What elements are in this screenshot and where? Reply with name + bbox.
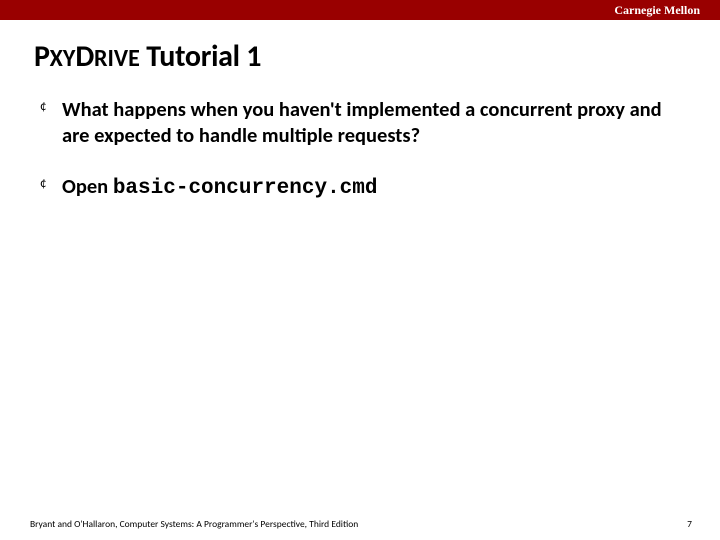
bullet-text: What happens when you haven't implemente…: [62, 97, 680, 148]
body: What happens when you haven't implemente…: [0, 87, 720, 203]
footer: Bryant and O'Hallaron, Computer Systems:…: [0, 518, 720, 530]
page-title: PXYDRIVE Tutorial 1: [0, 20, 720, 87]
slide: Carnegie Mellon PXYDRIVE Tutorial 1 What…: [0, 0, 720, 540]
brand-label: Carnegie Mellon: [614, 3, 700, 18]
top-bar: Carnegie Mellon: [0, 0, 720, 20]
list-item: What happens when you haven't implemente…: [62, 97, 680, 148]
page-number: 7: [687, 518, 692, 530]
bullet-text: Open basic-concurrency.cmd: [62, 174, 680, 202]
list-item: Open basic-concurrency.cmd: [62, 174, 680, 202]
code-text: basic-concurrency.cmd: [113, 177, 378, 200]
footer-credit: Bryant and O'Hallaron, Computer Systems:…: [30, 518, 358, 530]
